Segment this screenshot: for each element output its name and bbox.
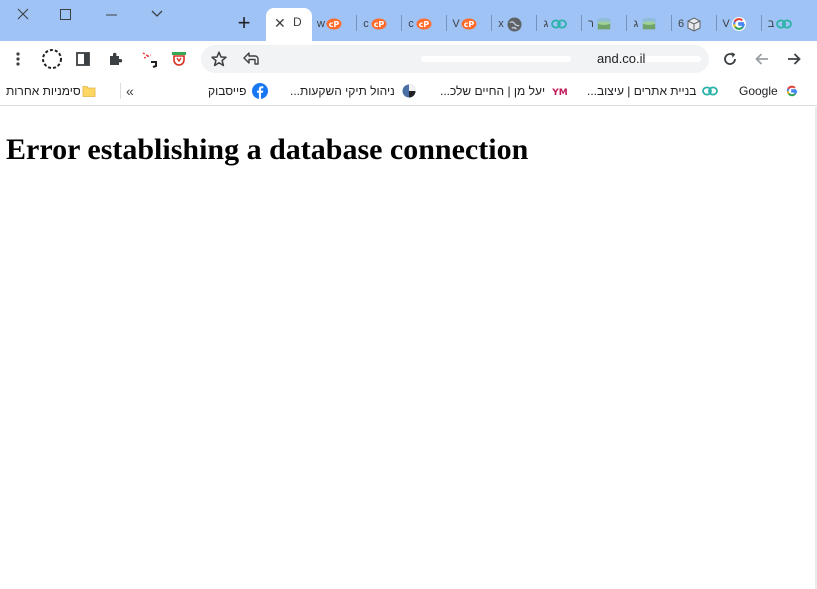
- side-panel-icon[interactable]: [71, 47, 95, 71]
- bookmark-label: יעל מן | החיים שלכ...: [440, 84, 546, 98]
- svg-text:cP: cP: [329, 20, 340, 29]
- tab-title: ב: [767, 18, 775, 30]
- tab[interactable]: c cP: [361, 14, 387, 34]
- tab[interactable]: w cP: [316, 14, 342, 34]
- url-text: and.co.il: [597, 51, 646, 66]
- svg-text:cP: cP: [464, 20, 475, 29]
- bookmark-label: ניהול תיקי השקעות...: [290, 84, 395, 98]
- minimize-icon[interactable]: [88, 0, 134, 28]
- install-icon[interactable]: [239, 47, 263, 71]
- bookmarks-divider: [120, 83, 121, 99]
- active-tab[interactable]: ✕ D: [266, 8, 312, 41]
- tab[interactable]: ג: [631, 14, 657, 34]
- page-content: Error establishing a database connection: [0, 107, 817, 589]
- address-bar[interactable]: and.co.il: [201, 45, 709, 73]
- tab-divider: [536, 15, 537, 31]
- link-icon: [702, 83, 719, 99]
- bookmark-item[interactable]: YM יעל מן | החיים שלכ...: [440, 82, 569, 100]
- tab-divider: [446, 15, 447, 31]
- link-icon: [776, 16, 792, 32]
- globe-icon: [506, 16, 522, 32]
- tab-divider: [716, 15, 717, 31]
- bookmark-item[interactable]: בניית אתרים | עיצוב...: [587, 82, 719, 100]
- tab[interactable]: V: [721, 14, 747, 34]
- facebook-icon: [252, 83, 269, 99]
- bookmark-label: Google: [739, 84, 778, 98]
- reload-icon[interactable]: [718, 47, 742, 71]
- tab-search-icon[interactable]: [134, 0, 180, 28]
- close-icon[interactable]: [0, 0, 46, 28]
- cpanel-icon: cP: [371, 16, 387, 32]
- svg-text:cP: cP: [374, 20, 385, 29]
- server-icon: [596, 16, 612, 32]
- tab-divider: [401, 15, 402, 31]
- tab-divider: [491, 15, 492, 31]
- link-icon: [551, 16, 567, 32]
- profile-avatar-icon[interactable]: [40, 47, 64, 71]
- tab-divider: [761, 15, 762, 31]
- tab[interactable]: ר: [586, 14, 612, 34]
- tab-title: D: [293, 15, 302, 29]
- box-icon: [686, 16, 702, 32]
- google-icon: [784, 83, 800, 99]
- cpanel-icon: cP: [326, 16, 342, 32]
- extension-icon[interactable]: [137, 47, 161, 71]
- tab-strip: + ✕ D w cP c cP c cP V cP x ג ר ג 6 V ב: [0, 0, 817, 41]
- pie-icon: [401, 83, 417, 99]
- puzzle-icon[interactable]: [103, 47, 127, 71]
- google-icon: [731, 16, 747, 32]
- chevron-double-icon: »: [126, 83, 134, 99]
- tab-divider: [356, 15, 357, 31]
- bookmark-label: סימניות אחרות: [6, 84, 81, 98]
- bookmark-item[interactable]: ניהול תיקי השקעות...: [290, 82, 417, 100]
- bookmark-label: פייסבוק: [208, 84, 247, 98]
- forward-arrow-icon[interactable]: [782, 47, 806, 71]
- shield-extension-icon[interactable]: [167, 47, 191, 71]
- bookmarks-overflow-button[interactable]: »: [126, 82, 134, 100]
- cpanel-icon: cP: [416, 16, 432, 32]
- server-icon: [641, 16, 657, 32]
- tab[interactable]: ב: [766, 14, 792, 34]
- bookmark-item[interactable]: פייסבוק: [208, 82, 269, 100]
- bookmark-label: בניית אתרים | עיצוב...: [587, 84, 697, 98]
- tab-divider: [626, 15, 627, 31]
- tab-title: ר: [588, 18, 594, 30]
- cpanel-icon: cP: [461, 16, 477, 32]
- error-heading: Error establishing a database connection: [6, 133, 529, 166]
- tab-title: c: [408, 18, 414, 30]
- tab-title: V: [722, 18, 730, 30]
- url-redacted: [421, 56, 571, 62]
- back-arrow-icon[interactable]: [750, 47, 774, 71]
- tab[interactable]: 6: [676, 14, 702, 34]
- tab-title: ג: [543, 18, 549, 30]
- bookmark-other[interactable]: סימניות אחרות: [6, 82, 97, 100]
- bookmark-item[interactable]: Google: [739, 82, 800, 100]
- maximize-icon[interactable]: [42, 0, 88, 28]
- folder-icon: [81, 83, 97, 99]
- tab-close-button[interactable]: ✕: [274, 16, 286, 30]
- tab-title: V: [452, 18, 460, 30]
- new-tab-button[interactable]: +: [230, 9, 258, 37]
- tab[interactable]: c cP: [406, 14, 432, 34]
- bookmarks-bar: סימניות אחרות » פייסבוק ניהול תיקי השקעו…: [0, 77, 817, 106]
- tab-title: c: [363, 18, 369, 30]
- tab-title: 6: [677, 18, 685, 30]
- tab-title: w: [317, 18, 325, 30]
- tab-divider: [581, 15, 582, 31]
- tab[interactable]: x: [496, 14, 522, 34]
- svg-text:YM: YM: [551, 88, 568, 96]
- tab-divider: [671, 15, 672, 31]
- star-icon[interactable]: [207, 47, 231, 71]
- tab[interactable]: ג: [541, 14, 567, 34]
- tab-title: x: [498, 18, 504, 30]
- browser-toolbar: and.co.il: [0, 41, 817, 77]
- kebab-menu-icon[interactable]: [6, 47, 30, 71]
- tab[interactable]: V cP: [451, 14, 477, 34]
- tab-title: ג: [633, 18, 639, 30]
- ym-icon: YM: [551, 83, 569, 99]
- svg-text:cP: cP: [419, 20, 430, 29]
